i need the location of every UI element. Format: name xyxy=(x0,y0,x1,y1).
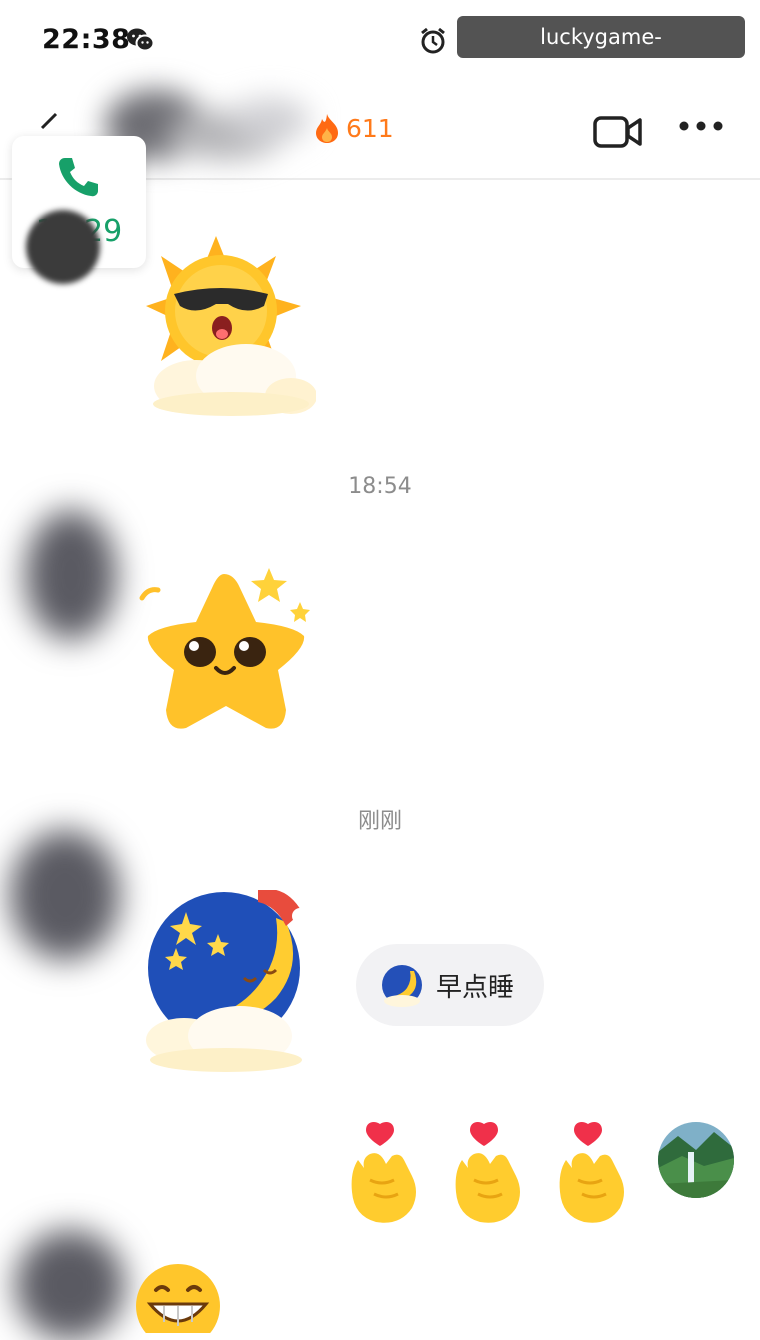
status-time: 22:38 xyxy=(42,24,131,55)
phone-icon xyxy=(59,158,98,197)
finger-heart-emoji[interactable] xyxy=(450,1120,526,1230)
moon-icon xyxy=(382,965,422,1007)
star-smile-sticker[interactable] xyxy=(134,560,314,745)
alarm-icon xyxy=(421,27,445,54)
video-call-icon[interactable] xyxy=(592,114,644,150)
quick-reply-label: 早点睡 xyxy=(436,972,515,1003)
avatar[interactable] xyxy=(15,1230,125,1340)
landscape-avatar-image xyxy=(658,1122,734,1198)
sun-sunglasses-sticker[interactable] xyxy=(136,236,316,416)
avatar[interactable] xyxy=(10,830,120,960)
finger-heart-emoji[interactable] xyxy=(554,1120,630,1230)
sleeping-moon-sticker[interactable] xyxy=(136,890,316,1075)
avatar[interactable] xyxy=(25,510,117,640)
grinning-face-emoji[interactable] xyxy=(134,1262,222,1333)
streak-badge: 611 xyxy=(314,112,394,144)
chat-timestamp: 18:54 xyxy=(348,474,412,499)
flame-icon xyxy=(316,114,338,143)
my-avatar[interactable] xyxy=(658,1122,734,1198)
quick-reply-chip[interactable]: 早点睡 xyxy=(356,944,544,1026)
streak-count: 611 xyxy=(346,113,394,143)
watermark-banner: luckygame-xingyun.com.cn xyxy=(457,16,745,91)
avatar[interactable] xyxy=(26,210,100,284)
wechat-icon xyxy=(127,28,154,52)
more-options-icon[interactable] xyxy=(678,120,724,132)
chat-timestamp: 刚刚 xyxy=(357,809,402,834)
status-bar: 22:38 luckygame-xingyun.com.cn xyxy=(0,0,760,91)
finger-heart-emoji[interactable] xyxy=(346,1120,422,1230)
